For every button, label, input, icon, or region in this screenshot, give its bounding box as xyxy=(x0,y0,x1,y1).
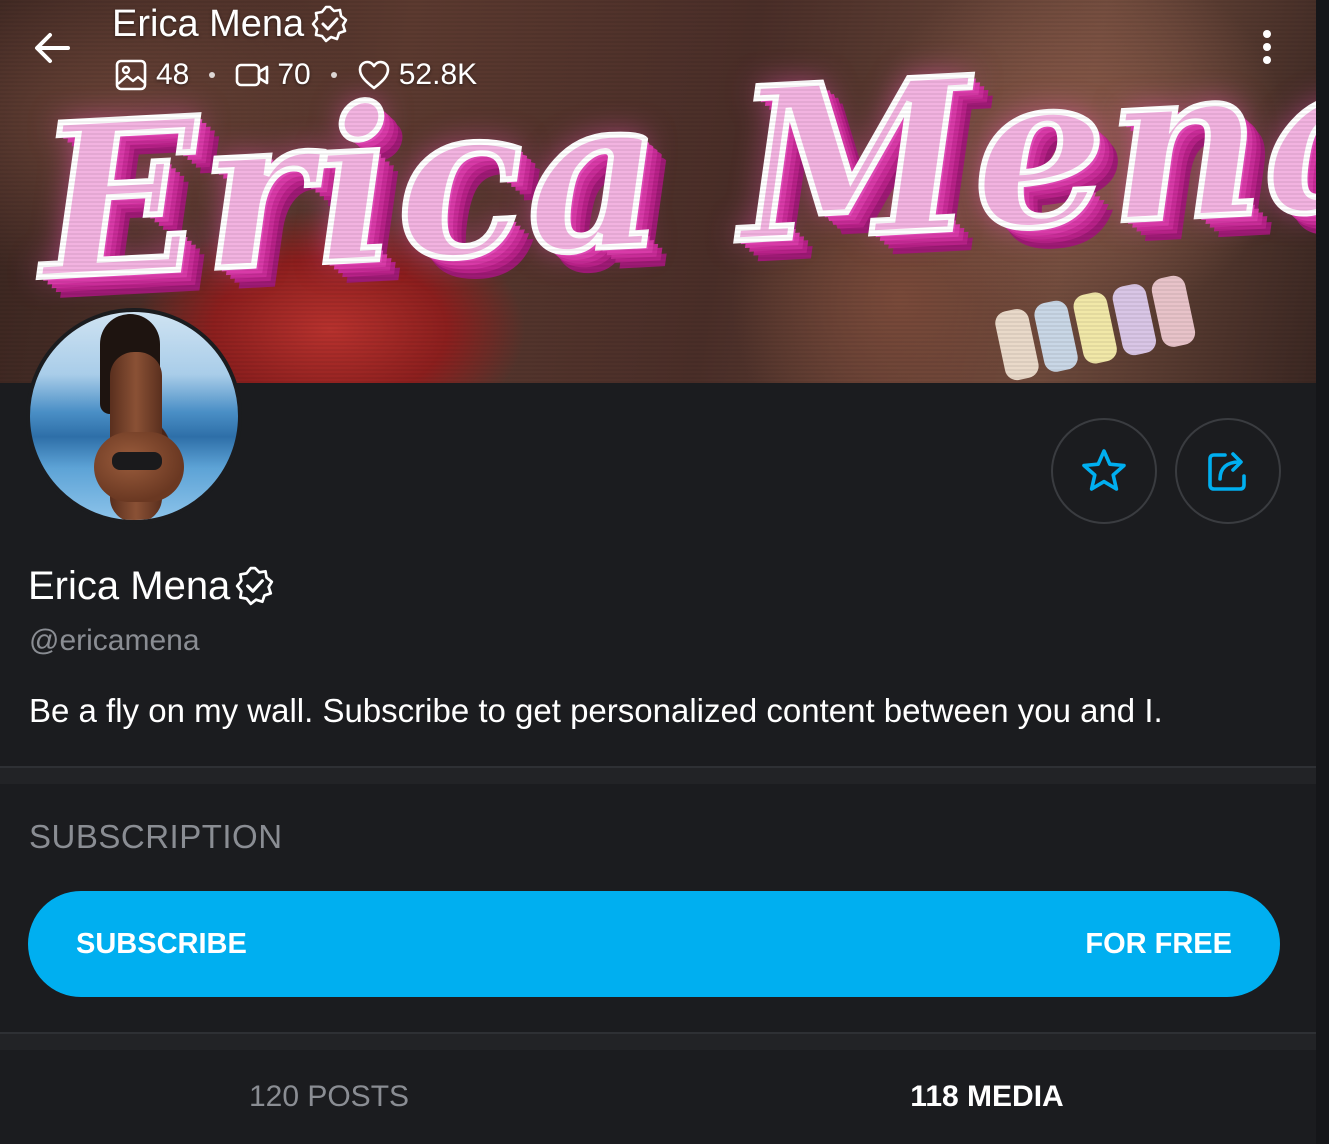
share-icon xyxy=(1208,452,1246,491)
likes-stat: 52.8K xyxy=(357,58,477,92)
video-camera-icon xyxy=(236,63,269,87)
subscribe-price: FOR FREE xyxy=(1085,927,1232,960)
header-name-row: Erica Mena xyxy=(112,2,350,46)
heart-icon xyxy=(358,60,390,90)
back-button[interactable] xyxy=(30,26,74,70)
header-name: Erica Mena xyxy=(112,2,305,45)
videos-stat[interactable]: 70 xyxy=(235,58,311,92)
tab-media[interactable]: 118 MEDIA xyxy=(658,1052,1316,1144)
image-icon xyxy=(115,59,147,91)
likes-count: 52.8K xyxy=(398,58,478,91)
photos-count: 48 xyxy=(156,58,190,91)
more-vertical-icon xyxy=(1263,56,1271,64)
tab-posts[interactable]: 120 POSTS xyxy=(0,1052,658,1144)
scrollbar[interactable] xyxy=(1316,0,1329,1144)
profile-page: Erica Mena Erica Mena 48 70 52.8K Erica … xyxy=(0,0,1329,1144)
profile-name-row: Erica Mena xyxy=(28,562,276,610)
header-stats: 48 70 52.8K xyxy=(114,56,477,94)
content-tabs: 120 POSTS 118 MEDIA xyxy=(0,1052,1316,1144)
verified-badge-icon xyxy=(311,5,348,43)
avatar-figure-suit xyxy=(112,452,162,470)
subscribe-label: SUBSCRIBE xyxy=(76,927,247,960)
profile-name: Erica Mena xyxy=(28,563,231,608)
separator-dot xyxy=(330,72,337,78)
star-icon xyxy=(1082,449,1126,491)
section-divider xyxy=(0,1032,1316,1050)
verified-badge-icon xyxy=(236,566,274,606)
avatar[interactable] xyxy=(26,308,242,524)
cover-candy-decoration xyxy=(993,268,1227,383)
separator-dot xyxy=(209,72,216,78)
section-divider xyxy=(0,766,1316,784)
more-vertical-icon xyxy=(1263,30,1271,38)
add-to-favorites-button[interactable] xyxy=(1051,418,1157,524)
photos-stat[interactable]: 48 xyxy=(114,58,189,92)
share-button[interactable] xyxy=(1175,418,1281,524)
arrow-left-icon xyxy=(35,33,70,63)
subscribe-button[interactable]: SUBSCRIBE FOR FREE xyxy=(28,891,1280,997)
subscription-heading: SUBSCRIPTION xyxy=(29,818,283,855)
more-options-button[interactable] xyxy=(1252,24,1282,70)
profile-handle: @ericamena xyxy=(29,624,200,657)
more-vertical-icon xyxy=(1263,43,1271,51)
videos-count: 70 xyxy=(277,58,311,91)
profile-bio: Be a fly on my wall. Subscribe to get pe… xyxy=(29,692,1163,729)
